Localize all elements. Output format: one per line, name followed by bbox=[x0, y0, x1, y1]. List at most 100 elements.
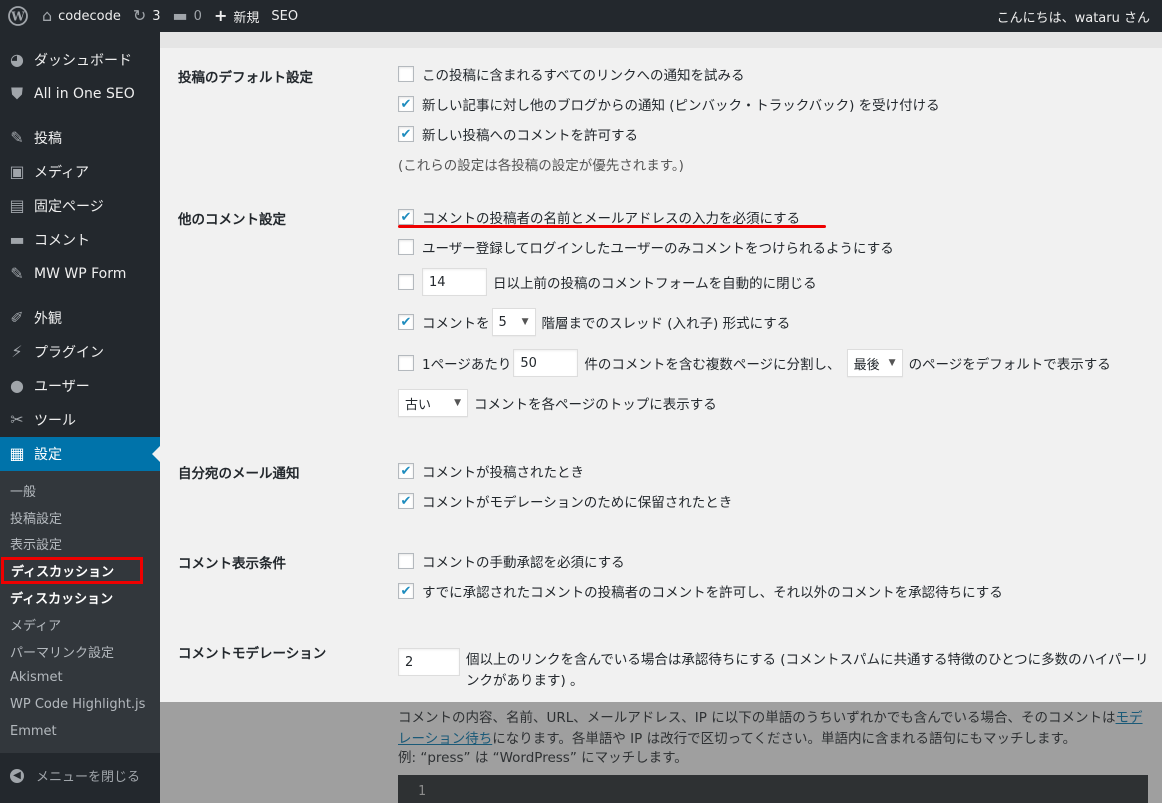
comments-link[interactable]: ▬ 0 bbox=[167, 0, 208, 32]
top-strip bbox=[160, 32, 1162, 48]
comments-notify-checkbox[interactable] bbox=[398, 463, 414, 479]
line-number: 1 bbox=[418, 784, 426, 799]
pin-icon: ✎ bbox=[6, 266, 28, 282]
collapse-label: メニューを閉じる bbox=[36, 766, 140, 785]
sidebar-item-comments[interactable]: ▬ コメント bbox=[0, 223, 160, 257]
option-label: すでに承認されたコメントの投稿者のコメントを許可し、それ以外のコメントを承認待ち… bbox=[422, 581, 1003, 601]
submenu-media[interactable]: メディア bbox=[0, 611, 160, 638]
require-name-email-checkbox[interactable] bbox=[398, 209, 414, 225]
description-text: になります。各単語や IP は改行で区切ってください。単語内に含まれる語句にもマ… bbox=[492, 731, 1076, 747]
pingback-flag-checkbox[interactable] bbox=[398, 66, 414, 82]
close-comments-checkbox[interactable] bbox=[398, 274, 414, 290]
user-greeting[interactable]: こんにちは、wataru さん bbox=[991, 0, 1162, 32]
plugin-icon: ⚡ bbox=[6, 344, 28, 360]
moderation-keys-textarea[interactable]: 1 bbox=[398, 775, 1148, 803]
new-label: 新規 bbox=[233, 7, 259, 26]
sidebar-item-label: コメント bbox=[34, 230, 90, 250]
default-page-select[interactable]: 最後 ▼ bbox=[847, 349, 903, 377]
option-label: コメントの手動承認を必須にする bbox=[422, 551, 625, 571]
plus-icon: + bbox=[214, 8, 227, 24]
wordpress-logo-icon[interactable]: W bbox=[0, 0, 36, 32]
updates-link[interactable]: ↻ 3 bbox=[127, 0, 167, 32]
option-label: 新しい投稿へのコメントを許可する bbox=[422, 124, 638, 144]
max-links-option: 2 bbox=[398, 648, 466, 676]
default-comment-status-option: 新しい投稿へのコメントを許可する bbox=[398, 124, 638, 144]
sidebar-item-label: All in One SEO bbox=[34, 86, 135, 102]
sidebar-item-label: 設定 bbox=[34, 444, 62, 464]
registration-required-checkbox[interactable] bbox=[398, 239, 414, 255]
comment-whitelist-checkbox[interactable] bbox=[398, 583, 414, 599]
submenu-permalinks[interactable]: パーマリンク設定 bbox=[0, 638, 160, 665]
page-comments-checkbox[interactable] bbox=[398, 355, 414, 371]
aioseo-icon: ⛊ bbox=[6, 86, 28, 102]
sidebar-item-settings[interactable]: ▦設定 bbox=[0, 437, 160, 471]
submenu-emmet[interactable]: Emmet bbox=[0, 718, 160, 745]
sidebar-item-label: プラグイン bbox=[34, 342, 104, 362]
comment-status-checkbox[interactable] bbox=[398, 126, 414, 142]
sidebar-item-users[interactable]: ● ユーザー bbox=[0, 369, 160, 403]
submenu-wp-code-highlight[interactable]: WP Code Highlight.js bbox=[0, 691, 160, 718]
close-comments-days-input[interactable]: 14 bbox=[422, 268, 487, 296]
comments-per-page-input[interactable]: 50 bbox=[513, 349, 578, 377]
sidebar-item-mw-wp-form[interactable]: ✎ MW WP Form bbox=[0, 257, 160, 291]
collapse-menu-button[interactable]: ◀ メニューを閉じる bbox=[0, 759, 160, 793]
sidebar-item-plugins[interactable]: ⚡ プラグイン bbox=[0, 335, 160, 369]
max-links-text: 個以上のリンクを含んでいる場合は承認待ちにする (コメントスパムに共通する特徴の… bbox=[466, 650, 1150, 692]
sidebar-item-aioseo[interactable]: ⛊ All in One SEO bbox=[0, 77, 160, 111]
sidebar-item-tools[interactable]: ✂ツール bbox=[0, 403, 160, 437]
updates-icon: ↻ bbox=[133, 8, 146, 24]
discussion-settings-form: 投稿のデフォルト設定 この投稿に含まれるすべてのリンクへの通知を試みる 新しい記… bbox=[160, 32, 1162, 803]
sidebar-item-label: 外観 bbox=[34, 308, 62, 328]
comments-count: 0 bbox=[194, 9, 202, 24]
option-label: 1ページあたり bbox=[422, 353, 511, 373]
comment-icon: ▬ bbox=[6, 232, 28, 248]
dashboard-icon: ◕ bbox=[6, 52, 28, 68]
require-name-email-option: コメントの投稿者の名前とメールアドレスの入力を必須にする bbox=[398, 207, 800, 227]
admin-sidebar: ◕ダッシュボード ⛊All in One SEO ✎投稿 ▣メディア ▤固定ペー… bbox=[0, 32, 160, 803]
moderation-keys-description: コメントの内容、名前、URL、メールアドレス、IP に以下の単語のうちいずれかで… bbox=[398, 708, 1148, 750]
thread-comments-checkbox[interactable] bbox=[398, 314, 414, 330]
new-content-link[interactable]: + 新規 bbox=[208, 0, 265, 32]
sidebar-item-appearance[interactable]: ✐外観 bbox=[0, 301, 160, 335]
ping-status-checkbox[interactable] bbox=[398, 96, 414, 112]
option-label: 件のコメントを含む複数ページに分割し、 bbox=[584, 353, 840, 373]
user-icon: ● bbox=[6, 378, 28, 394]
option-label: コメントの投稿者の名前とメールアドレスの入力を必須にする bbox=[422, 207, 800, 227]
default-settings-label: 投稿のデフォルト設定 bbox=[178, 66, 313, 86]
option-label: 新しい記事に対し他のブログからの通知 (ピンバック・トラックバック) を受け付け… bbox=[422, 94, 940, 114]
registration-required-option: ユーザー登録してログインしたユーザーのみコメントをつけられるようにする bbox=[398, 237, 894, 257]
default-ping-status-option: 新しい記事に対し他のブログからの通知 (ピンバック・トラックバック) を受け付け… bbox=[398, 94, 940, 114]
moderation-notify-checkbox[interactable] bbox=[398, 493, 414, 509]
sidebar-item-label: ダッシュボード bbox=[34, 50, 132, 70]
sidebar-item-pages[interactable]: ▤固定ページ bbox=[0, 189, 160, 223]
select-value: 5 bbox=[499, 315, 507, 330]
submenu-general[interactable]: 一般 bbox=[0, 477, 160, 504]
updates-count: 3 bbox=[152, 9, 160, 24]
submenu-reading[interactable]: 表示設定 bbox=[0, 531, 160, 558]
sidebar-item-label: ユーザー bbox=[34, 376, 90, 396]
submenu-akismet[interactable]: Akismet bbox=[0, 665, 160, 692]
submenu-discussion[interactable]: ディスカッション bbox=[0, 584, 160, 611]
moderation-label: コメントモデレーション bbox=[178, 642, 326, 662]
moderation-notify-option: コメントがモデレーションのために保留されたとき bbox=[398, 491, 732, 511]
comment-moderation-checkbox[interactable] bbox=[398, 553, 414, 569]
submenu-writing[interactable]: 投稿設定 bbox=[0, 504, 160, 531]
description-text: コメントの内容、名前、URL、メールアドレス、IP に以下の単語のうちいずれかで… bbox=[398, 710, 1116, 726]
comment-order-select[interactable]: 古い▼ bbox=[398, 389, 468, 417]
sidebar-item-label: 投稿 bbox=[34, 128, 62, 148]
sidebar-item-dashboard[interactable]: ◕ ダッシュボード bbox=[0, 43, 160, 77]
site-name-link[interactable]: ⌂ codecode bbox=[36, 0, 127, 32]
sidebar-item-label: 固定ページ bbox=[34, 196, 104, 216]
sidebar-item-label: MW WP Form bbox=[34, 266, 126, 282]
default-pingback-option: この投稿に含まれるすべてのリンクへの通知を試みる bbox=[398, 64, 745, 84]
thread-depth-select[interactable]: 5▼ bbox=[492, 308, 536, 336]
greeting-label: こんにちは、wataru さん bbox=[997, 7, 1150, 26]
sidebar-item-media[interactable]: ▣メディア bbox=[0, 155, 160, 189]
option-label: コメントが投稿されたとき bbox=[422, 461, 584, 481]
select-value: 最後 bbox=[854, 354, 880, 373]
dropdown-arrow-icon: ▼ bbox=[889, 358, 896, 368]
sidebar-item-posts[interactable]: ✎投稿 bbox=[0, 121, 160, 155]
submenu-discussion-highlighted[interactable]: ディスカッション bbox=[1, 557, 143, 584]
max-links-input[interactable]: 2 bbox=[398, 648, 460, 676]
seo-link[interactable]: SEO bbox=[265, 0, 304, 32]
